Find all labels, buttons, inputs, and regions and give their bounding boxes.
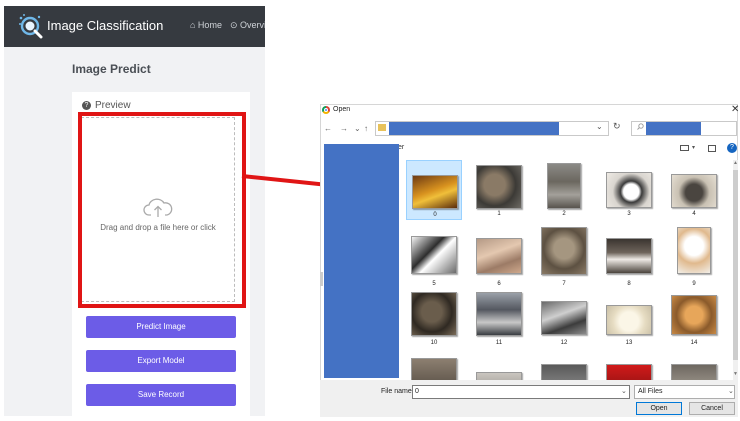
chrome-icon: [322, 106, 330, 114]
preview-label: Preview: [95, 100, 131, 111]
cat-thumbnail: [606, 305, 652, 335]
view-options-icon[interactable]: [680, 145, 689, 151]
file-item-6[interactable]: 6: [471, 230, 527, 290]
file-label: 1: [497, 211, 501, 217]
refresh-icon[interactable]: ↻: [613, 121, 621, 132]
file-label: 12: [560, 340, 568, 346]
close-icon[interactable]: ✕: [731, 104, 739, 115]
file-item-12[interactable]: 12: [536, 289, 592, 349]
pane-splitter[interactable]: [320, 272, 323, 286]
recent-locations-icon[interactable]: ⌄: [354, 124, 361, 133]
cat-thumbnail: [411, 236, 457, 274]
cat-thumbnail: [411, 358, 457, 380]
file-item-17[interactable]: [536, 356, 592, 380]
preview-pane-icon[interactable]: [708, 145, 716, 152]
file-item-2[interactable]: 2: [536, 160, 592, 220]
help-icon[interactable]: ?: [727, 143, 737, 153]
address-dropdown-icon[interactable]: ⌄: [596, 122, 603, 131]
file-label: 5: [432, 281, 436, 287]
nav-overview-link[interactable]: ⊙ Overvi: [230, 20, 265, 31]
file-label: 13: [625, 340, 633, 346]
file-item-16[interactable]: [471, 356, 527, 380]
predict-image-button[interactable]: Predict Image: [86, 316, 236, 338]
file-item-4[interactable]: 4: [666, 160, 722, 220]
cat-thumbnail: [671, 364, 717, 380]
cancel-button[interactable]: Cancel: [689, 402, 735, 415]
file-label: 2: [562, 211, 566, 217]
highlight-box: [78, 112, 246, 308]
cat-thumbnail: [671, 295, 717, 335]
preview-heading: ? Preview: [82, 100, 131, 111]
file-item-5[interactable]: 5: [406, 230, 462, 290]
logo-icon: [19, 14, 43, 39]
search-redaction: [646, 122, 701, 135]
cat-thumbnail: [606, 364, 652, 380]
file-label: 0: [433, 212, 437, 218]
forward-arrow-icon[interactable]: →: [340, 124, 348, 133]
up-arrow-icon[interactable]: ↑: [364, 124, 368, 133]
cat-thumbnail: [671, 174, 717, 208]
search-icon: [637, 123, 644, 130]
file-name-label: File name:: [381, 388, 414, 395]
cat-thumbnail: [541, 227, 587, 275]
file-item-19[interactable]: [666, 356, 722, 380]
navigation-pane-redaction: [324, 144, 399, 378]
file-type-dropdown-icon[interactable]: ⌄: [728, 387, 734, 395]
cat-thumbnail: [606, 172, 652, 208]
scroll-up-icon[interactable]: ▲: [733, 160, 738, 166]
export-model-button[interactable]: Export Model: [86, 350, 236, 372]
file-item-9[interactable]: 9: [666, 227, 722, 290]
folder-icon: [378, 124, 386, 131]
file-item-14[interactable]: 14: [666, 289, 722, 349]
file-item-10[interactable]: 10: [406, 289, 462, 349]
file-label: 6: [497, 281, 501, 287]
scroll-down-icon[interactable]: ▼: [733, 371, 738, 377]
file-label: 9: [692, 281, 696, 287]
file-item-11[interactable]: 11: [471, 289, 527, 349]
scrollbar-thumb[interactable]: [733, 170, 738, 360]
app-title: Image Classification: [47, 18, 164, 33]
dialog-title: Open: [333, 106, 351, 113]
file-item-13[interactable]: 13: [601, 289, 657, 349]
vertical-scrollbar[interactable]: ▲ ▼: [733, 160, 738, 380]
question-circle-icon: ?: [82, 100, 91, 110]
file-grid: 0 1 2 3 4 5 6 7 8 9 10 11 12 13 14: [406, 160, 732, 380]
file-label: 7: [562, 281, 566, 287]
file-label: 4: [692, 211, 696, 217]
cat-thumbnail: [476, 372, 522, 380]
cat-thumbnail: [411, 292, 457, 336]
cat-thumbnail: [547, 163, 581, 209]
nav-home-link[interactable]: ⌂ Home: [190, 20, 222, 30]
address-redaction: [389, 122, 559, 135]
file-item-1[interactable]: 1: [471, 160, 527, 220]
open-button[interactable]: Open: [636, 402, 682, 415]
page-title: Image Predict: [72, 62, 151, 76]
file-label: 11: [495, 340, 503, 346]
save-record-button[interactable]: Save Record: [86, 384, 236, 406]
file-item-15[interactable]: [406, 356, 462, 380]
file-label: 10: [430, 340, 438, 346]
file-item-0[interactable]: 0: [406, 160, 462, 220]
cat-thumbnail: [541, 364, 587, 380]
file-item-18[interactable]: [601, 356, 657, 380]
cat-thumbnail: [412, 175, 458, 209]
cat-thumbnail: [476, 292, 522, 336]
file-type-select[interactable]: All Files: [634, 385, 735, 399]
top-navbar: Image Classification ⌂ Home ⊙ Overvi: [4, 6, 265, 47]
file-name-input[interactable]: 0: [412, 385, 630, 399]
file-label: 8: [627, 281, 631, 287]
file-label: 14: [690, 340, 698, 346]
back-arrow-icon[interactable]: ←: [324, 124, 332, 133]
file-item-8[interactable]: 8: [601, 230, 657, 290]
cat-thumbnail: [476, 238, 522, 274]
file-item-3[interactable]: 3: [601, 160, 657, 220]
cat-thumbnail: [677, 227, 711, 274]
cat-thumbnail: [541, 301, 587, 335]
file-item-7[interactable]: 7: [536, 227, 592, 290]
file-name-dropdown-icon[interactable]: ⌄: [621, 387, 627, 395]
cat-thumbnail: [476, 165, 522, 209]
file-label: 3: [627, 211, 631, 217]
cat-thumbnail: [606, 238, 652, 274]
view-dropdown-icon[interactable]: ▾: [692, 144, 695, 151]
